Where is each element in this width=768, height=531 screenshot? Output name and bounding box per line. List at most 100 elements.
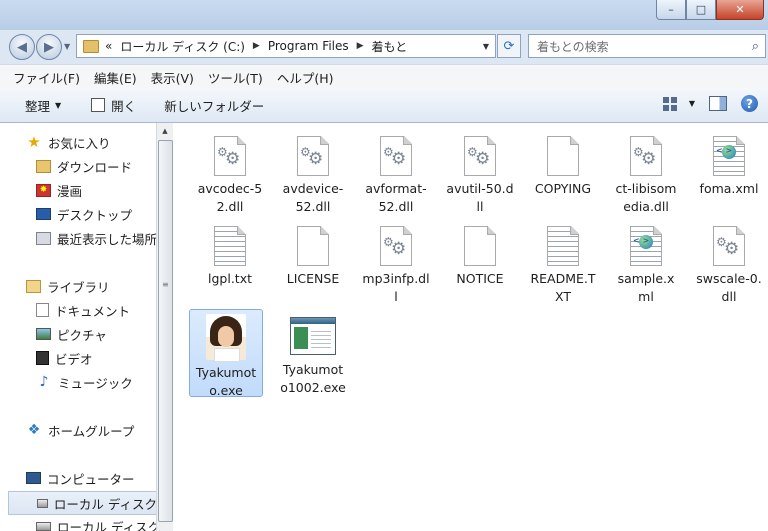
- file-name-label: Tyakumot: [282, 362, 344, 377]
- sidebar-item-label: コンピューター: [47, 471, 135, 487]
- sidebar-item-label: ホームグループ: [48, 423, 135, 439]
- file-item[interactable]: lgpl.txt: [193, 222, 267, 288]
- open-button[interactable]: 開く: [91, 96, 136, 115]
- forward-button[interactable]: ▶: [36, 34, 62, 60]
- sidebar-item-label: ピクチャ: [57, 327, 107, 343]
- address-dropdown-icon[interactable]: ▼: [483, 42, 489, 51]
- sidebar-item-homegroup[interactable]: ❖ ホームグループ: [26, 419, 135, 441]
- navigation-pane: ★ お気に入り ダウンロード ✸ 漫画 デスクトップ 最近表示した場所 ライブラリ …: [0, 123, 156, 531]
- breadcrumb-separator-icon[interactable]: ▶: [357, 41, 364, 51]
- search-input[interactable]: 着もとの検索: [537, 38, 752, 55]
- sidebar-item-videos[interactable]: ビデオ: [36, 347, 93, 369]
- sidebar-item-downloads[interactable]: ダウンロード: [36, 155, 132, 177]
- sidebar-item-music[interactable]: ♪ ミュージック: [36, 371, 133, 393]
- menu-file[interactable]: ファイル(F): [13, 68, 80, 87]
- video-icon: [36, 351, 49, 365]
- search-box[interactable]: 着もとの検索 ⌕: [528, 34, 766, 58]
- file-name-label: avcodec-5: [197, 181, 263, 196]
- file-name-label: swscale-0.: [696, 271, 762, 286]
- file-item[interactable]: NOTICE: [443, 222, 517, 288]
- manga-folder-icon: ✸: [36, 183, 51, 197]
- organize-button[interactable]: 整理 ▼: [25, 96, 61, 115]
- file-name-label: edia.dll: [623, 199, 669, 214]
- file-name-label: l: [394, 289, 398, 304]
- view-controls: ▼ ?: [662, 95, 758, 112]
- address-bar[interactable]: « ローカル ディスク (C:) ▶ Program Files ▶ 着もと ▼: [76, 34, 496, 58]
- text-document-icon: [547, 226, 579, 266]
- file-item[interactable]: ⚙ ⚙ mp3infp.dl l: [359, 222, 433, 306]
- file-item[interactable]: Tyakumot o1002.exe: [276, 309, 350, 397]
- file-item[interactable]: ⚙ ⚙ avutil-50.d ll: [443, 132, 517, 216]
- close-button[interactable]: ✕: [716, 0, 764, 20]
- sidebar-item-local-disk-2[interactable]: ローカル ディスク: [36, 515, 156, 531]
- folder-icon: [83, 39, 99, 53]
- menu-tools[interactable]: ツール(T): [208, 68, 263, 87]
- file-name-label: README.T: [530, 271, 596, 286]
- refresh-button[interactable]: ⟳: [497, 34, 521, 58]
- file-item[interactable]: README.T XT: [526, 222, 600, 306]
- sidebar-item-pictures[interactable]: ピクチャ: [36, 323, 107, 345]
- blank-file-icon: [297, 226, 329, 266]
- scroll-thumb[interactable]: ≡: [158, 140, 173, 522]
- sidebar-item-computer[interactable]: コンピューター: [26, 467, 135, 489]
- sidebar-item-libraries[interactable]: ライブラリ: [26, 275, 110, 297]
- sidebar-item-label: 最近表示した場所: [57, 231, 156, 247]
- breadcrumb-separator-icon[interactable]: ▶: [253, 41, 260, 51]
- recent-pages-dropdown-icon[interactable]: ▼: [64, 42, 70, 51]
- file-item[interactable]: COPYING: [526, 132, 600, 198]
- file-item[interactable]: ⚙ ⚙ ct-libisom edia.dll: [609, 132, 683, 216]
- minimize-button[interactable]: –: [656, 0, 686, 20]
- sidebar-item-label: ドキュメント: [55, 303, 131, 319]
- menu-view[interactable]: 表示(V): [151, 68, 194, 87]
- breadcrumb-local-disk[interactable]: ローカル ディスク (C:): [120, 38, 245, 55]
- sidebar-item-local-disk[interactable]: ローカル ディスク: [8, 491, 156, 515]
- sidebar-item-favorites[interactable]: ★ お気に入り: [26, 131, 110, 153]
- file-name-label: avdevice-: [282, 181, 344, 196]
- file-name-label: Tyakumot: [195, 365, 257, 380]
- new-folder-button[interactable]: 新しいフォルダー: [164, 96, 264, 115]
- file-item[interactable]: ⚙ ⚙ avdevice- 52.dll: [276, 132, 350, 216]
- file-name-label: LICENSE: [286, 271, 340, 286]
- file-list: ⚙ ⚙ avcodec-5 2.dll ⚙ ⚙ avdevice- 52.dll ⚙ ⚙ avfor…: [173, 123, 768, 531]
- preview-pane-icon[interactable]: [709, 96, 727, 111]
- file-item[interactable]: Tyakumot o.exe: [189, 309, 263, 398]
- back-button[interactable]: ◀: [9, 34, 35, 60]
- breadcrumb-current-folder[interactable]: 着もと: [372, 38, 408, 55]
- file-item[interactable]: ⚙ ⚙ avformat- 52.dll: [359, 132, 433, 216]
- menu-help[interactable]: ヘルプ(H): [277, 68, 334, 87]
- homegroup-icon: ❖: [27, 422, 41, 438]
- sidebar-item-label: ミュージック: [58, 375, 133, 391]
- scroll-up-icon[interactable]: ▲: [157, 123, 173, 139]
- menu-edit[interactable]: 編集(E): [94, 68, 137, 87]
- file-name-label: XT: [555, 289, 571, 304]
- file-item[interactable]: LICENSE: [276, 222, 350, 288]
- change-view-button[interactable]: ▼: [662, 96, 695, 111]
- navigation-scrollbar[interactable]: ▲ ≡: [156, 123, 173, 531]
- sidebar-item-desktop[interactable]: デスクトップ: [36, 203, 132, 225]
- open-icon: [91, 98, 106, 112]
- maximize-button[interactable]: □: [686, 0, 716, 20]
- organize-label: 整理: [25, 98, 51, 114]
- file-item[interactable]: < > sample.x ml: [609, 222, 683, 306]
- help-icon[interactable]: ?: [741, 95, 758, 112]
- star-icon: ★: [27, 133, 41, 151]
- sidebar-item-label: 漫画: [57, 183, 83, 199]
- file-item[interactable]: < > foma.xml: [692, 132, 766, 198]
- pictures-icon: [36, 328, 51, 340]
- dll-gear-icon: ⚙ ⚙: [380, 136, 412, 176]
- dll-gear-icon: ⚙ ⚙: [380, 226, 412, 266]
- search-icon[interactable]: ⌕: [752, 39, 759, 54]
- sidebar-item-manga[interactable]: ✸ 漫画: [36, 179, 82, 201]
- text-document-icon: [214, 226, 246, 266]
- desktop-icon: [36, 208, 51, 220]
- sidebar-item-documents[interactable]: ドキュメント: [36, 299, 130, 321]
- grip-icon: ≡: [162, 280, 169, 289]
- sidebar-item-recent-places[interactable]: 最近表示した場所: [36, 227, 156, 249]
- breadcrumb-overflow[interactable]: «: [105, 39, 112, 53]
- file-item[interactable]: ⚙ ⚙ avcodec-5 2.dll: [193, 132, 267, 216]
- blank-file-icon: [464, 226, 496, 266]
- file-item[interactable]: ⚙ ⚙ swscale-0. dll: [692, 222, 766, 306]
- file-name-label: NOTICE: [456, 271, 504, 286]
- breadcrumb-program-files[interactable]: Program Files: [268, 39, 349, 53]
- file-name-label: o1002.exe: [280, 380, 346, 395]
